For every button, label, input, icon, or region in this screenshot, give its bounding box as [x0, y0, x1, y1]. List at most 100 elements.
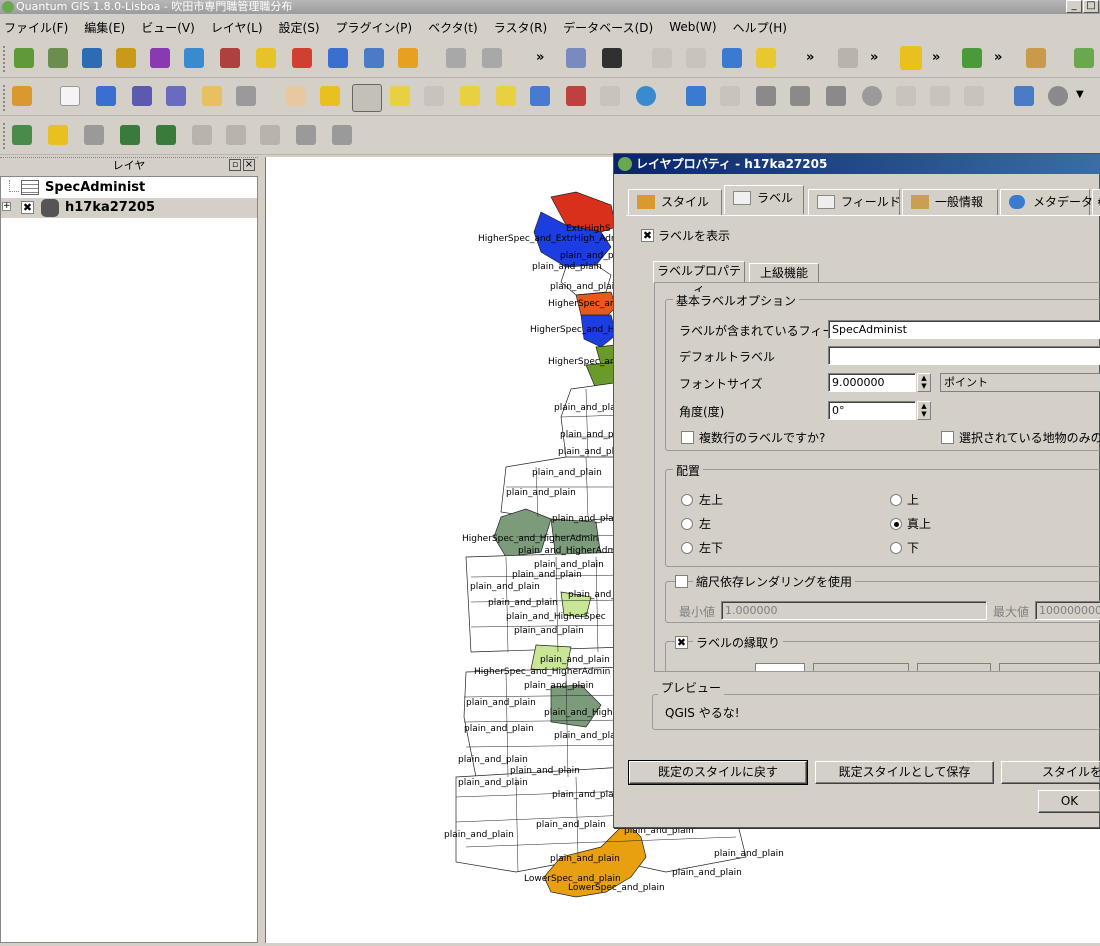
globe-icon[interactable] — [722, 48, 742, 68]
copy-features-icon[interactable] — [930, 86, 950, 106]
zoom-to-layer-icon[interactable] — [530, 86, 550, 106]
load-style-button[interactable]: スタイルを読 — [1001, 761, 1100, 784]
placement-over-radio[interactable] — [890, 518, 902, 530]
placement-top-left-radio[interactable] — [681, 494, 693, 506]
pan-to-selection-icon[interactable] — [320, 86, 340, 106]
add-wfs-layer-icon[interactable] — [364, 48, 384, 68]
layer-tool-8-icon[interactable] — [332, 125, 352, 145]
label-tool-icon[interactable] — [838, 48, 858, 68]
toolbar-grip[interactable] — [3, 123, 7, 149]
undo-icon[interactable] — [446, 48, 466, 68]
label-field-select[interactable]: SpecAdminist — [828, 320, 1100, 339]
cut-features-icon[interactable] — [896, 86, 916, 106]
buffer-size-input[interactable] — [755, 663, 805, 671]
toolbar-more-icon[interactable]: » — [536, 50, 544, 65]
save-project-icon[interactable] — [132, 86, 152, 106]
add-raster-layer-icon[interactable] — [48, 48, 68, 68]
print-icon[interactable] — [236, 86, 256, 106]
layer-item-h17ka27205[interactable]: + ✖ h17ka27205 — [1, 198, 257, 218]
remove-layer-icon[interactable] — [292, 48, 312, 68]
tab-style[interactable]: スタイル — [628, 189, 722, 215]
selected-only-checkbox[interactable] — [941, 431, 954, 444]
print-composer-icon[interactable] — [202, 86, 222, 106]
add-gps-layer-icon[interactable] — [398, 48, 418, 68]
plugin-tool-icon[interactable] — [652, 48, 672, 68]
identify-icon[interactable] — [1014, 86, 1034, 106]
zoom-actual-icon[interactable] — [424, 86, 444, 106]
layer-tool-3-icon[interactable] — [156, 125, 176, 145]
save-as-default-button[interactable]: 既定スタイルとして保存 — [815, 761, 994, 784]
layer-tool-icon[interactable] — [12, 125, 32, 145]
tab-general[interactable]: 一般情報 — [902, 189, 998, 215]
menu-settings[interactable]: 設定(S) — [279, 19, 320, 36]
layer-tool-7-icon[interactable] — [296, 125, 316, 145]
zoom-out-icon[interactable] — [390, 86, 410, 106]
minimize-button[interactable]: _ — [1066, 0, 1082, 13]
angle-spinner[interactable]: ▲ ▼ — [917, 401, 931, 420]
gear-icon[interactable] — [1048, 86, 1068, 106]
plugin-tool-2-icon[interactable] — [686, 48, 706, 68]
buffer-unit-select[interactable] — [813, 663, 909, 671]
font-size-input[interactable]: 9.000000 — [828, 373, 916, 392]
image-tool-icon[interactable] — [1026, 48, 1046, 68]
refresh-icon[interactable] — [636, 86, 656, 106]
placement-top-radio[interactable] — [890, 494, 902, 506]
redo-icon[interactable] — [482, 48, 502, 68]
zoom-next-icon[interactable] — [600, 86, 620, 106]
default-label-input[interactable] — [828, 346, 1100, 365]
restore-default-style-button[interactable]: 既定のスタイルに戻す — [628, 760, 808, 785]
menu-file[interactable]: ファイル(F) — [4, 19, 68, 36]
menu-edit[interactable]: 編集(E) — [84, 19, 125, 36]
subtab-advanced[interactable]: 上級機能 — [749, 263, 819, 283]
toolbar-grip[interactable] — [3, 46, 7, 72]
chevron-down-icon[interactable]: ▼ — [1076, 89, 1084, 100]
raster-tool-icon[interactable] — [962, 48, 982, 68]
layer-tool-5-icon[interactable] — [226, 125, 246, 145]
multiline-checkbox[interactable] — [681, 431, 694, 444]
font-unit-select[interactable]: ポイント — [940, 373, 1100, 392]
add-spatialite-layer-icon[interactable] — [116, 48, 136, 68]
digitize-icon[interactable] — [686, 86, 706, 106]
layer-tool-2-icon[interactable] — [120, 125, 140, 145]
zoom-to-selection-icon[interactable] — [496, 86, 516, 106]
menu-layer[interactable]: レイヤ(L) — [211, 19, 263, 36]
float-panel-icon[interactable]: ▫ — [229, 159, 241, 171]
new-project-icon[interactable] — [60, 86, 80, 106]
whats-this-icon[interactable] — [602, 48, 622, 68]
add-wms-layer-icon[interactable] — [184, 48, 204, 68]
pan-hand-icon[interactable] — [286, 86, 306, 106]
ok-button[interactable]: OK — [1038, 790, 1100, 813]
scale-max-input[interactable]: 100000000.0 — [1035, 601, 1100, 620]
buffer-color-button[interactable] — [917, 663, 991, 671]
add-feature-icon[interactable] — [756, 86, 776, 106]
placement-bottom-radio[interactable] — [890, 542, 902, 554]
tab-metadata[interactable]: メタデータ — [1000, 189, 1093, 215]
menu-view[interactable]: ビュー(V) — [141, 19, 195, 36]
tab-fields[interactable]: フィールド — [808, 189, 901, 215]
menu-database[interactable]: データベース(D) — [563, 19, 653, 36]
font-size-spinner[interactable]: ▲ ▼ — [917, 373, 931, 392]
layer-tool-4-icon[interactable] — [192, 125, 212, 145]
map-tool-icon[interactable] — [1074, 48, 1094, 68]
maximize-button[interactable]: □ — [1083, 0, 1099, 13]
help-contents-icon[interactable] — [566, 48, 586, 68]
node-tool-icon[interactable] — [826, 86, 846, 106]
add-vector-layer-icon[interactable] — [14, 48, 34, 68]
zoom-last-icon[interactable] — [566, 86, 586, 106]
layer-item-specadminist[interactable]: SpecAdminist — [1, 178, 257, 198]
buffer-checkbox[interactable]: ✖ — [675, 636, 688, 649]
menu-plugins[interactable]: プラグイン(P) — [336, 19, 413, 36]
save-edits-icon[interactable] — [720, 86, 740, 106]
star-layer-icon[interactable] — [48, 125, 68, 145]
zoom-full-icon[interactable] — [460, 86, 480, 106]
scale-dependent-checkbox[interactable] — [675, 575, 688, 588]
scale-min-input[interactable]: 1.000000 — [721, 601, 987, 620]
close-panel-icon[interactable]: × — [243, 159, 255, 171]
toolbar-more-icon[interactable]: » — [806, 50, 814, 65]
toolbar-more-icon[interactable]: » — [994, 50, 1002, 65]
tab-more[interactable]: ⚙ — [1092, 189, 1100, 215]
save-as-icon[interactable] — [166, 86, 186, 106]
edit-pencil-icon[interactable] — [12, 86, 32, 106]
buffer-transparency-input[interactable] — [999, 663, 1100, 671]
menu-web[interactable]: Web(W) — [669, 20, 716, 34]
